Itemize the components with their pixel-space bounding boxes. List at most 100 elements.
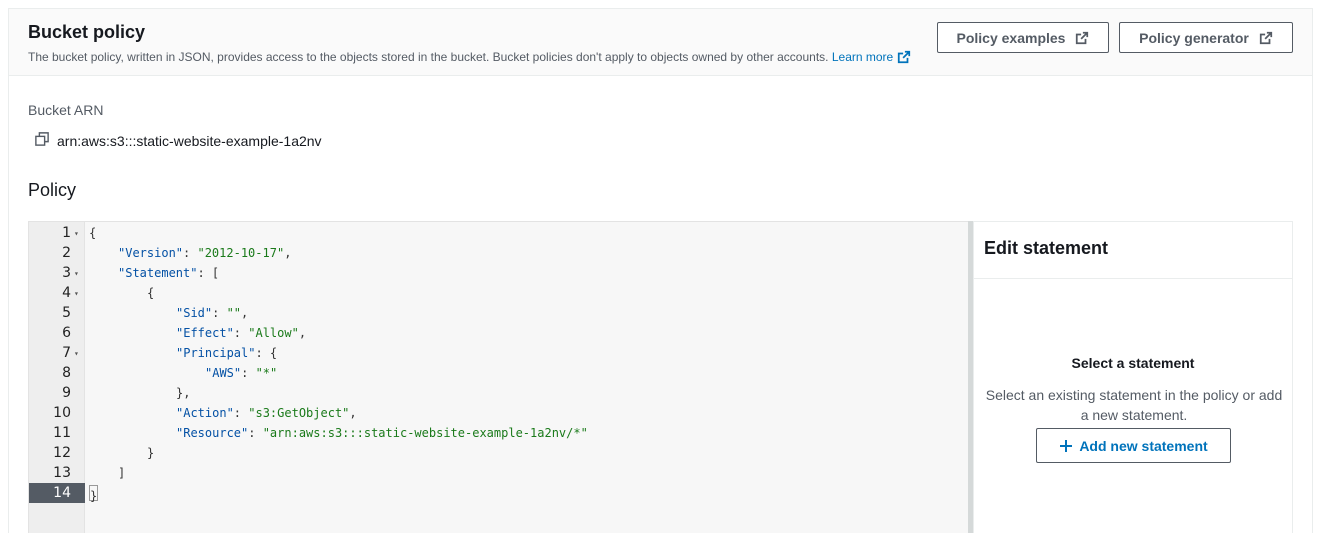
json-punct: } bbox=[147, 446, 155, 460]
code-line[interactable]: 8 "AWS": "*" bbox=[29, 363, 970, 383]
code-line[interactable]: 11 "Resource": "arn:aws:s3:::static-websi… bbox=[29, 423, 970, 443]
line-number: 5 bbox=[62, 305, 71, 321]
json-punct: : bbox=[233, 406, 249, 420]
code-line[interactable]: 6 "Effect": "Allow", bbox=[29, 323, 970, 343]
json-punct: , bbox=[284, 246, 292, 260]
line-number: 10 bbox=[53, 405, 71, 421]
line-number: 4 bbox=[62, 285, 71, 301]
code-text: "Sid": "", bbox=[176, 303, 248, 323]
code-line[interactable]: 5 "Sid": "", bbox=[29, 303, 970, 323]
line-number: 14 bbox=[53, 485, 71, 501]
code-text: "Version": "2012-10-17", bbox=[118, 243, 291, 263]
code-line[interactable]: 7 ▾ "Principal": { bbox=[29, 343, 970, 363]
fold-arrow-icon[interactable]: ▾ bbox=[74, 264, 79, 284]
json-string: "arn:aws:s3:::static-website-example-1a2… bbox=[262, 426, 588, 440]
code-line[interactable]: 3 ▾ "Statement": [ bbox=[29, 263, 970, 283]
fold-arrow-icon[interactable]: ▾ bbox=[74, 344, 79, 364]
code-line[interactable]: 12} bbox=[29, 443, 970, 463]
line-number: 3 bbox=[62, 265, 71, 281]
code-line[interactable]: 13] bbox=[29, 463, 970, 483]
fold-arrow-icon[interactable]: ▾ bbox=[74, 284, 79, 304]
code-line[interactable]: 9}, bbox=[29, 383, 970, 403]
learn-more-label: Learn more bbox=[831, 50, 894, 64]
json-key: "Sid" bbox=[176, 306, 213, 320]
add-new-statement-button[interactable]: Add new statement bbox=[1036, 428, 1231, 463]
line-number: 8 bbox=[62, 365, 71, 381]
code-line[interactable]: 1 ▾ { bbox=[29, 223, 970, 243]
line-number: 2 bbox=[62, 245, 71, 261]
code-text: "Statement": [ bbox=[118, 263, 219, 283]
code-text: ] bbox=[118, 463, 125, 483]
code-text: }, bbox=[176, 383, 190, 403]
empty-state-title: Select a statement bbox=[1071, 355, 1195, 371]
code-text: "Principal": { bbox=[176, 343, 277, 363]
json-punct: , bbox=[298, 326, 307, 340]
plus-icon bbox=[1060, 439, 1073, 452]
json-string: "s3:GetObject" bbox=[248, 406, 350, 420]
json-punct: : bbox=[241, 366, 256, 380]
edit-statement-title: Edit statement bbox=[984, 238, 1109, 258]
json-punct: : bbox=[212, 306, 227, 320]
line-number: 13 bbox=[53, 465, 71, 481]
external-link-icon bbox=[898, 50, 911, 64]
edit-statement-panel: Edit statement Select a statement Select… bbox=[973, 221, 1293, 533]
policy-generator-button[interactable]: Policy generator bbox=[1119, 22, 1293, 53]
line-number: 11 bbox=[53, 425, 71, 441]
line-number: 9 bbox=[62, 385, 71, 401]
json-punct: : bbox=[233, 326, 249, 340]
policy-generator-label: Policy generator bbox=[1139, 29, 1249, 46]
code-line[interactable]: 4 ▾ { bbox=[29, 283, 970, 303]
policy-examples-button[interactable]: Policy examples bbox=[937, 22, 1109, 53]
code-line[interactable]: 2 "Version": "2012-10-17", bbox=[29, 243, 970, 263]
external-link-icon bbox=[1259, 31, 1272, 44]
json-string: "" bbox=[226, 306, 242, 320]
add-new-statement-label: Add new statement bbox=[1079, 437, 1208, 454]
json-punct: , bbox=[349, 406, 357, 420]
json-punct: , bbox=[241, 306, 249, 320]
panel-header: Bucket policy The bucket policy, written… bbox=[9, 9, 1312, 76]
json-key: "Resource" bbox=[176, 426, 249, 440]
panel-description: The bucket policy, written in JSON, prov… bbox=[28, 50, 911, 64]
external-link-icon bbox=[1076, 31, 1089, 44]
code-text: "Resource": "arn:aws:s3:::static-website… bbox=[176, 423, 588, 443]
json-key: "Statement" bbox=[118, 266, 198, 280]
json-punct: { bbox=[147, 286, 155, 300]
code-text: } bbox=[89, 483, 99, 503]
fold-arrow-icon[interactable]: ▾ bbox=[74, 224, 79, 244]
json-punct: : { bbox=[255, 346, 278, 360]
description-text: The bucket policy, written in JSON, prov… bbox=[28, 50, 829, 64]
json-key: "Version" bbox=[118, 246, 184, 260]
json-punct: : bbox=[248, 426, 263, 440]
line-number: 1 bbox=[62, 225, 71, 241]
json-punct: : bbox=[183, 246, 198, 260]
bucket-arn-value: arn:aws:s3:::static-website-example-1a2n… bbox=[57, 132, 322, 149]
divider bbox=[974, 278, 1292, 279]
code-text: "Action": "s3:GetObject", bbox=[176, 403, 357, 423]
line-number: 7 bbox=[62, 345, 71, 361]
code-line[interactable]: 14} bbox=[29, 483, 970, 503]
code-text: { bbox=[147, 283, 154, 303]
editor-code-area[interactable]: 1 ▾{2 "Version": "2012-10-17", 3 ▾ "Statement… bbox=[29, 223, 970, 503]
json-punct: ] bbox=[118, 466, 126, 480]
policy-code-editor[interactable]: 1 ▾{2 "Version": "2012-10-17", 3 ▾ "Statement… bbox=[28, 221, 970, 533]
learn-more-link[interactable]: Learn more bbox=[832, 50, 911, 64]
line-number: 12 bbox=[53, 445, 71, 461]
code-text: "AWS": "*" bbox=[205, 363, 277, 383]
copy-icon[interactable] bbox=[35, 132, 49, 149]
json-punct: : [ bbox=[197, 266, 220, 280]
json-key: "Effect" bbox=[176, 326, 234, 340]
code-text: } bbox=[147, 443, 154, 463]
json-string: "*" bbox=[255, 366, 278, 380]
json-key: "Action" bbox=[176, 406, 234, 420]
policy-heading: Policy bbox=[28, 180, 77, 200]
json-string: "Allow" bbox=[248, 326, 299, 340]
code-line[interactable]: 10 "Action": "s3:GetObject", bbox=[29, 403, 970, 423]
json-punct: } bbox=[89, 484, 99, 503]
json-punct: }, bbox=[176, 386, 191, 400]
page-title: Bucket policy bbox=[28, 22, 146, 42]
json-punct: { bbox=[89, 226, 97, 240]
bucket-arn-label: Bucket ARN bbox=[28, 102, 104, 118]
code-text: { bbox=[89, 223, 96, 243]
json-key: "Principal" bbox=[176, 346, 256, 360]
line-number: 6 bbox=[62, 325, 71, 341]
